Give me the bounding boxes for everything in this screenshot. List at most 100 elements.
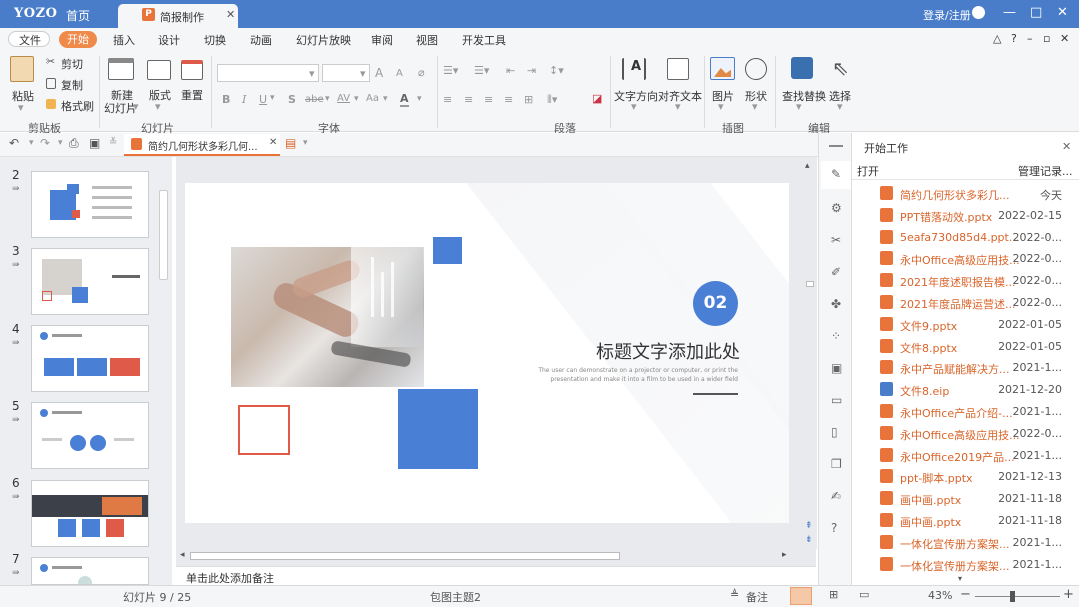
recent-file-name[interactable]: 永中Office高级应用技... (900, 252, 1020, 268)
notes-area[interactable]: 单击此处添加备注 (176, 566, 816, 586)
slide-thumbnail[interactable] (31, 325, 149, 392)
manage-records-link[interactable]: 管理记录... (1018, 163, 1073, 179)
recent-file-name[interactable]: 简约几何形状多彩几... (900, 187, 1010, 203)
zoom-out-button[interactable]: − (960, 587, 971, 602)
columns-icon[interactable]: ⦀▾ (547, 93, 557, 107)
minimize-window-button[interactable]: — (1003, 5, 1016, 20)
zoom-slider-track[interactable] (975, 596, 1060, 597)
reset-button[interactable]: 重置 (181, 87, 203, 103)
close-tab-icon[interactable]: ✕ (226, 8, 235, 21)
print-preview-icon[interactable]: ⎙ (69, 136, 79, 151)
font-size-combo[interactable]: ▾ (322, 64, 370, 82)
recent-file-name[interactable]: 永中产品赋能解决方... (900, 361, 1010, 377)
recent-file-name[interactable]: PPT错落动效.pptx (900, 209, 992, 225)
text-fill-icon[interactable]: ◪ (592, 92, 602, 105)
puzzle-icon[interactable]: ✤ (831, 297, 841, 311)
notes-placeholder[interactable]: 单击此处添加备注 (186, 570, 274, 586)
close-window-button[interactable]: ✕ (1057, 5, 1068, 20)
recent-file-name[interactable]: 画中画.pptx (900, 492, 961, 508)
home-tab[interactable]: 首页 (66, 7, 90, 24)
clear-format-icon[interactable]: ⌀ (418, 66, 425, 79)
user-avatar-icon[interactable] (972, 6, 985, 19)
login-link[interactable]: 登录/注册 (923, 7, 971, 23)
menu-transition[interactable]: 切换 (204, 32, 226, 48)
clipboard-icon[interactable]: ▯ (831, 425, 838, 439)
recent-file-name[interactable]: 2021年度品牌运营述... (900, 296, 1015, 312)
recent-file-name[interactable]: 永中Office高级应用技... (900, 427, 1020, 443)
recent-file-name[interactable]: 文件9.pptx (900, 318, 957, 334)
recent-file-name[interactable]: 文件8.eip (900, 383, 949, 399)
zoom-slider-thumb[interactable] (1010, 591, 1015, 602)
scroll-down-page-icon[interactable]: ⇟ (805, 535, 813, 545)
paste-dropdown-icon[interactable]: ▾ (18, 101, 24, 114)
recent-file-name[interactable]: 2021年度述职报告模... (900, 274, 1015, 290)
menu-file[interactable]: 文件 (19, 32, 41, 48)
recent-file-name[interactable]: ppt-脚本.pptx (900, 470, 973, 486)
normal-view-button[interactable] (790, 587, 812, 605)
help-icon[interactable]: ? (1011, 32, 1017, 45)
grid-icon[interactable]: ⁘ (831, 329, 841, 343)
close-doc-icon[interactable]: ✕ (1060, 32, 1069, 45)
recent-file-name[interactable]: 5eafa730d85d4.ppt... (900, 231, 1019, 244)
customize-toolbar-icon[interactable]: ≚ (109, 137, 117, 148)
align-center-icon[interactable]: ≡ (464, 93, 473, 106)
grow-font-button[interactable]: A (375, 66, 383, 80)
recent-file-name[interactable]: 画中画.pptx (900, 514, 961, 530)
slide-thumbnail[interactable] (31, 171, 149, 238)
document-subtab[interactable]: 简约几何形状多彩几何... ✕ (124, 134, 280, 156)
strikethrough-button[interactable]: abe (305, 94, 324, 105)
menu-animation[interactable]: 动画 (250, 32, 272, 48)
numbering-icon[interactable]: ☰▾ (474, 64, 489, 77)
menu-developer[interactable]: 开发工具 (462, 32, 506, 48)
char-spacing-button[interactable]: AV (337, 93, 350, 104)
recent-file-name[interactable]: 文件8.pptx (900, 340, 957, 356)
shrink-font-button[interactable]: A (396, 68, 403, 79)
brush-icon[interactable]: ✐ (831, 265, 841, 279)
comment-icon[interactable]: ▭ (831, 393, 842, 407)
bullets-icon[interactable]: ☰▾ (443, 64, 458, 77)
increase-indent-icon[interactable]: ⇥ (527, 64, 536, 77)
zoom-in-button[interactable]: + (1063, 587, 1074, 602)
thumbnail-scrollbar[interactable] (159, 190, 168, 280)
italic-button[interactable]: I (242, 93, 246, 106)
slide-thumbnail[interactable] (31, 402, 149, 469)
scroll-up-page-icon[interactable]: ⇞ (805, 521, 813, 531)
recent-file-name[interactable]: 一体化宣传册方案架... (900, 536, 1010, 552)
editor-horizontal-scrollbar[interactable]: ◂ ▸ (176, 549, 792, 563)
menu-review[interactable]: 审阅 (371, 32, 393, 48)
align-left-icon[interactable]: ≡ (443, 93, 452, 106)
notes-icon[interactable]: ≜ (730, 588, 739, 601)
scroll-down-icon[interactable]: ▾ (958, 574, 962, 583)
help-circle-icon[interactable]: ? (831, 521, 837, 535)
new-doc-icon[interactable]: ▤ (285, 136, 296, 150)
cut-button[interactable]: 剪切 (61, 56, 83, 72)
image-icon[interactable]: ▣ (831, 361, 842, 375)
document-tab[interactable]: P 简报制作 ✕ (118, 4, 238, 28)
redo-icon[interactable]: ↷ (40, 136, 50, 150)
find-replace-button[interactable]: 查找替换 (782, 88, 826, 104)
collapse-ribbon-icon[interactable]: △ (993, 32, 1001, 45)
copy-doc-icon[interactable]: ❐ (831, 457, 842, 471)
menu-start[interactable]: 开始 (59, 31, 97, 48)
bold-button[interactable]: B (222, 93, 230, 106)
editor-vertical-scrollbar[interactable]: ▴ ⇞ ⇟ (803, 157, 817, 549)
menu-slideshow[interactable]: 幻灯片放映 (296, 32, 351, 48)
line-spacing-icon[interactable]: ↕▾ (549, 64, 564, 77)
close-panel-icon[interactable]: ✕ (1062, 140, 1071, 153)
font-color-button[interactable]: A (400, 92, 409, 107)
menu-insert[interactable]: 插入 (113, 32, 135, 48)
copy-button[interactable]: 复制 (61, 77, 83, 93)
pen-icon[interactable]: ✎ (831, 167, 841, 181)
menu-design[interactable]: 设计 (158, 32, 180, 48)
slide-thumbnail[interactable] (31, 248, 149, 315)
menu-view[interactable]: 视图 (416, 32, 438, 48)
notes-button[interactable]: 备注 (746, 589, 768, 605)
font-name-combo[interactable]: ▾ (217, 64, 319, 82)
tools-icon[interactable]: ✂ (831, 233, 841, 247)
maximize-window-button[interactable]: □ (1030, 5, 1042, 20)
align-right-icon[interactable]: ≡ (484, 93, 493, 106)
format-painter-button[interactable]: 格式刷 (61, 98, 94, 114)
undo-icon[interactable]: ↶ (9, 136, 19, 150)
distribute-icon[interactable]: ⊞ (524, 93, 533, 106)
change-case-button[interactable]: Aa (366, 93, 379, 104)
